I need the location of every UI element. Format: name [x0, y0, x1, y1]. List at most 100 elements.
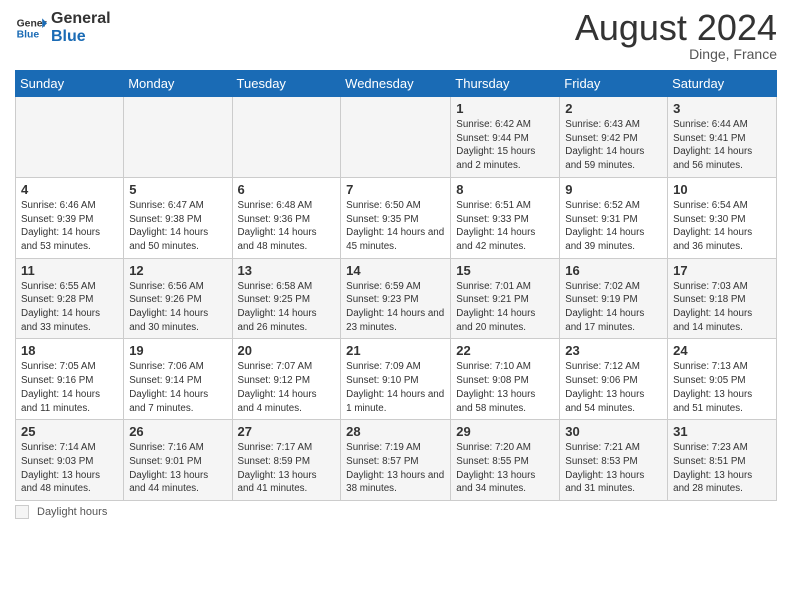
- calendar-cell: 26Sunrise: 7:16 AM Sunset: 9:01 PM Dayli…: [124, 420, 232, 501]
- day-number: 5: [129, 182, 226, 197]
- calendar-cell: [16, 97, 124, 178]
- week-row-1: 1 Sunrise: 6:42 AM Sunset: 9:44 PM Daylig…: [16, 97, 777, 178]
- calendar-cell: 15 Sunrise: 7:01 AM Sunset: 9:21 PM Dayli…: [451, 258, 560, 339]
- calendar-cell: 23Sunrise: 7:12 AM Sunset: 9:06 PM Dayli…: [560, 339, 668, 420]
- calendar-cell: 24Sunrise: 7:13 AM Sunset: 9:05 PM Dayli…: [668, 339, 777, 420]
- day-number: 2: [565, 101, 662, 116]
- day-number: 22: [456, 343, 554, 358]
- daylight-label: Daylight hours: [37, 506, 107, 518]
- calendar-cell: 3Sunrise: 6:44 AM Sunset: 9:41 PM Daylig…: [668, 97, 777, 178]
- calendar-cell: 17Sunrise: 7:03 AM Sunset: 9:18 PM Dayli…: [668, 258, 777, 339]
- day-info: Sunrise: 6:52 AM Sunset: 9:31 PM Dayligh…: [565, 199, 662, 254]
- day-info: Sunrise: 6:43 AM Sunset: 9:42 PM Dayligh…: [565, 118, 662, 173]
- day-number: 23: [565, 343, 662, 358]
- day-info: Sunrise: 7:16 AM Sunset: 9:01 PM Dayligh…: [129, 441, 226, 496]
- day-number: 1: [456, 101, 554, 116]
- day-number: 24: [673, 343, 771, 358]
- day-info: Sunrise: 6:47 AM Sunset: 9:38 PM Dayligh…: [129, 199, 226, 254]
- day-info: Sunrise: 7:17 AM Sunset: 8:59 PM Dayligh…: [238, 441, 336, 496]
- calendar-cell: 8 Sunrise: 6:51 AM Sunset: 9:33 PM Daylig…: [451, 177, 560, 258]
- day-number: 21: [346, 343, 445, 358]
- day-number: 16: [565, 263, 662, 278]
- weekday-header-friday: Friday: [560, 71, 668, 97]
- day-number: 25: [21, 424, 118, 439]
- calendar-cell: 6Sunrise: 6:48 AM Sunset: 9:36 PM Daylig…: [232, 177, 341, 258]
- day-info: Sunrise: 7:05 AM Sunset: 9:16 PM Dayligh…: [21, 360, 118, 415]
- day-info: Sunrise: 6:56 AM Sunset: 9:26 PM Dayligh…: [129, 280, 226, 335]
- day-number: 15: [456, 263, 554, 278]
- week-row-5: 25 Sunrise: 7:14 AM Sunset: 9:03 PM Dayli…: [16, 420, 777, 501]
- calendar-cell: [341, 97, 451, 178]
- calendar-cell: [124, 97, 232, 178]
- day-number: 8: [456, 182, 554, 197]
- day-number: 11: [21, 263, 118, 278]
- day-number: 10: [673, 182, 771, 197]
- calendar-cell: 7Sunrise: 6:50 AM Sunset: 9:35 PM Daylig…: [341, 177, 451, 258]
- weekday-header-thursday: Thursday: [451, 71, 560, 97]
- day-info: Sunrise: 7:07 AM Sunset: 9:12 PM Dayligh…: [238, 360, 336, 415]
- day-info: Sunrise: 7:20 AM Sunset: 8:55 PM Dayligh…: [456, 441, 554, 496]
- calendar-cell: 25 Sunrise: 7:14 AM Sunset: 9:03 PM Dayli…: [16, 420, 124, 501]
- weekday-header-tuesday: Tuesday: [232, 71, 341, 97]
- day-info: Sunrise: 6:58 AM Sunset: 9:25 PM Dayligh…: [238, 280, 336, 335]
- day-number: 30: [565, 424, 662, 439]
- logo-blue: Blue: [51, 28, 111, 46]
- day-number: 6: [238, 182, 336, 197]
- day-number: 19: [129, 343, 226, 358]
- calendar-cell: 31Sunrise: 7:23 AM Sunset: 8:51 PM Dayli…: [668, 420, 777, 501]
- day-info: Sunrise: 7:23 AM Sunset: 8:51 PM Dayligh…: [673, 441, 771, 496]
- weekday-header-sunday: Sunday: [16, 71, 124, 97]
- logo: General Blue General Blue: [15, 10, 111, 45]
- calendar-cell: 16 Sunrise: 7:02 AM Sunset: 9:19 PM Dayli…: [560, 258, 668, 339]
- svg-text:Blue: Blue: [17, 29, 40, 40]
- calendar-cell: 13 Sunrise: 6:58 AM Sunset: 9:25 PM Dayli…: [232, 258, 341, 339]
- calendar-cell: 9 Sunrise: 6:52 AM Sunset: 9:31 PM Daylig…: [560, 177, 668, 258]
- day-info: Sunrise: 7:03 AM Sunset: 9:18 PM Dayligh…: [673, 280, 771, 335]
- weekday-header-wednesday: Wednesday: [341, 71, 451, 97]
- calendar-cell: 18 Sunrise: 7:05 AM Sunset: 9:16 PM Dayli…: [16, 339, 124, 420]
- calendar-cell: [232, 97, 341, 178]
- day-info: Sunrise: 7:06 AM Sunset: 9:14 PM Dayligh…: [129, 360, 226, 415]
- day-number: 14: [346, 263, 445, 278]
- week-row-2: 4Sunrise: 6:46 AM Sunset: 9:39 PM Daylig…: [16, 177, 777, 258]
- calendar-cell: 22 Sunrise: 7:10 AM Sunset: 9:08 PM Dayli…: [451, 339, 560, 420]
- calendar-cell: 20 Sunrise: 7:07 AM Sunset: 9:12 PM Dayli…: [232, 339, 341, 420]
- day-info: Sunrise: 7:10 AM Sunset: 9:08 PM Dayligh…: [456, 360, 554, 415]
- day-number: 4: [21, 182, 118, 197]
- title-block: August 2024 Dinge, France: [575, 10, 777, 62]
- day-info: Sunrise: 7:01 AM Sunset: 9:21 PM Dayligh…: [456, 280, 554, 335]
- month-title: August 2024: [575, 10, 777, 46]
- day-number: 9: [565, 182, 662, 197]
- day-info: Sunrise: 7:02 AM Sunset: 9:19 PM Dayligh…: [565, 280, 662, 335]
- footer: Daylight hours: [15, 505, 777, 519]
- calendar-cell: 28 Sunrise: 7:19 AM Sunset: 8:57 PM Dayli…: [341, 420, 451, 501]
- calendar-cell: 10Sunrise: 6:54 AM Sunset: 9:30 PM Dayli…: [668, 177, 777, 258]
- calendar-cell: 4Sunrise: 6:46 AM Sunset: 9:39 PM Daylig…: [16, 177, 124, 258]
- day-number: 13: [238, 263, 336, 278]
- calendar-cell: 11Sunrise: 6:55 AM Sunset: 9:28 PM Dayli…: [16, 258, 124, 339]
- day-info: Sunrise: 6:59 AM Sunset: 9:23 PM Dayligh…: [346, 280, 445, 335]
- calendar-cell: 27Sunrise: 7:17 AM Sunset: 8:59 PM Dayli…: [232, 420, 341, 501]
- day-info: Sunrise: 6:44 AM Sunset: 9:41 PM Dayligh…: [673, 118, 771, 173]
- weekday-header-saturday: Saturday: [668, 71, 777, 97]
- calendar-cell: 29Sunrise: 7:20 AM Sunset: 8:55 PM Dayli…: [451, 420, 560, 501]
- day-info: Sunrise: 7:09 AM Sunset: 9:10 PM Dayligh…: [346, 360, 445, 415]
- calendar-cell: 14 Sunrise: 6:59 AM Sunset: 9:23 PM Dayli…: [341, 258, 451, 339]
- day-number: 28: [346, 424, 445, 439]
- location: Dinge, France: [575, 46, 777, 62]
- day-info: Sunrise: 7:19 AM Sunset: 8:57 PM Dayligh…: [346, 441, 445, 496]
- weekday-header-monday: Monday: [124, 71, 232, 97]
- daylight-box: [15, 505, 29, 519]
- calendar-cell: 30Sunrise: 7:21 AM Sunset: 8:53 PM Dayli…: [560, 420, 668, 501]
- calendar-cell: 1 Sunrise: 6:42 AM Sunset: 9:44 PM Daylig…: [451, 97, 560, 178]
- week-row-3: 11Sunrise: 6:55 AM Sunset: 9:28 PM Dayli…: [16, 258, 777, 339]
- day-number: 7: [346, 182, 445, 197]
- day-info: Sunrise: 7:14 AM Sunset: 9:03 PM Dayligh…: [21, 441, 118, 496]
- weekday-header-row: SundayMondayTuesdayWednesdayThursdayFrid…: [16, 71, 777, 97]
- calendar-cell: 12Sunrise: 6:56 AM Sunset: 9:26 PM Dayli…: [124, 258, 232, 339]
- calendar-cell: 21 Sunrise: 7:09 AM Sunset: 9:10 PM Dayli…: [341, 339, 451, 420]
- day-info: Sunrise: 6:42 AM Sunset: 9:44 PM Dayligh…: [456, 118, 554, 173]
- day-number: 18: [21, 343, 118, 358]
- day-info: Sunrise: 6:51 AM Sunset: 9:33 PM Dayligh…: [456, 199, 554, 254]
- day-number: 20: [238, 343, 336, 358]
